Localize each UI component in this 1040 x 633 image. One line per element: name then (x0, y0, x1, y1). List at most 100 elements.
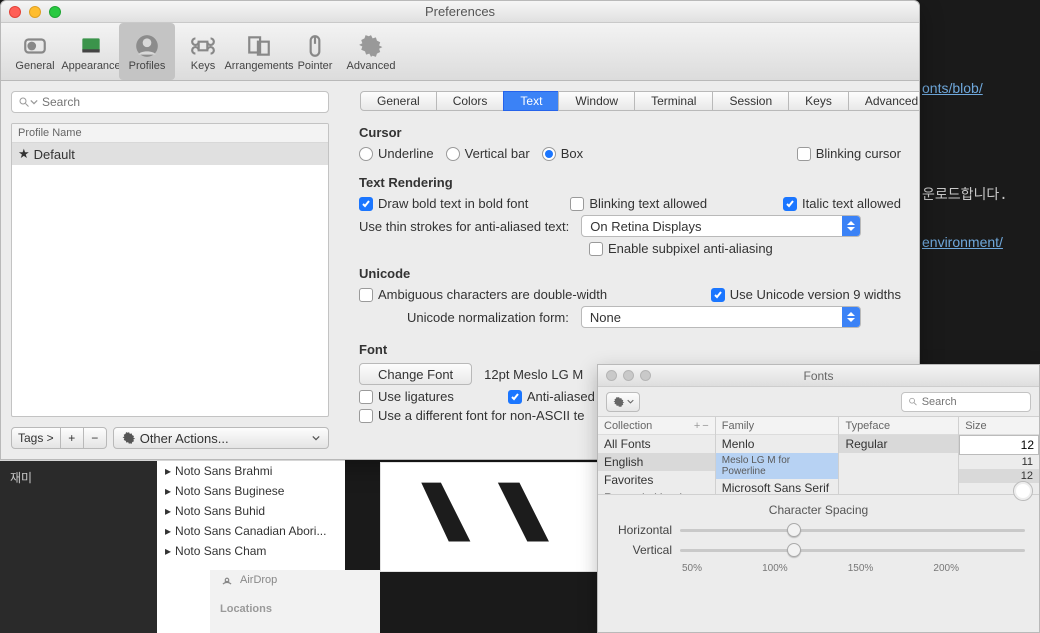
diff-font-check[interactable]: Use a different font for non-ASCII te (359, 408, 584, 423)
eye-icon (76, 32, 106, 60)
spacing-title: Character Spacing (612, 503, 1025, 517)
font-name: Noto Sans Canadian Abori... (175, 524, 326, 538)
cursor-box-radio[interactable]: Box (542, 146, 583, 161)
airdrop-icon (220, 573, 234, 587)
list-item[interactable]: ▸Noto Sans Canadian Abori... (157, 521, 345, 541)
tb-pointer[interactable]: Pointer (287, 23, 343, 80)
tab-advanced[interactable]: Advanced (848, 91, 919, 111)
other-actions-button[interactable]: Other Actions... (113, 427, 329, 449)
thin-strokes-popup[interactable]: On Retina Displays (581, 215, 861, 237)
italic-check[interactable]: Italic text allowed (783, 196, 901, 211)
blinking-text-check[interactable]: Blinking text allowed (570, 196, 707, 211)
tags-button[interactable]: Tags > (11, 427, 61, 449)
tb-label: General (15, 60, 54, 72)
horizontal-label: Horizontal (612, 523, 672, 537)
fonts-search-input[interactable] (922, 396, 1024, 408)
collection-item[interactable]: All Fonts (598, 435, 715, 453)
tb-keys[interactable]: Keys (175, 23, 231, 80)
finder-sidebar2: AirDrop Locations (210, 570, 380, 633)
fonts-title: Fonts (598, 369, 1039, 383)
fonts-search[interactable] (901, 392, 1031, 412)
collection-column: Collection +− All Fonts English Favorites… (598, 417, 716, 494)
collection-item[interactable]: Favorites (598, 471, 715, 489)
popup-value: None (590, 310, 621, 325)
check-label: Blinking cursor (816, 146, 901, 161)
remove-collection-button[interactable]: − (702, 420, 708, 432)
tb-arrangements[interactable]: Arrangements (231, 23, 287, 80)
add-profile-button[interactable]: + (60, 427, 84, 449)
search-icon (908, 396, 918, 407)
col-head: Collection (604, 420, 652, 432)
collection-item[interactable]: English (598, 453, 715, 471)
ambiguous-check[interactable]: Ambiguous characters are double-width (359, 287, 607, 302)
tb-advanced[interactable]: Advanced (343, 23, 399, 80)
tab-keys[interactable]: Keys (788, 91, 849, 111)
popup-value: On Retina Displays (590, 219, 701, 234)
size-item[interactable]: 11 (959, 455, 1039, 469)
airdrop-item[interactable]: AirDrop (210, 570, 380, 590)
remove-profile-button[interactable]: − (83, 427, 107, 449)
family-item[interactable]: Microsoft Sans Serif (716, 479, 839, 494)
vertical-slider[interactable] (680, 543, 1025, 557)
user-icon (132, 32, 162, 60)
family-item[interactable]: Menlo (716, 435, 839, 453)
blinking-cursor-check[interactable]: Blinking cursor (797, 146, 901, 161)
family-column: Family Menlo Meslo LG M for Powerline Mi… (716, 417, 840, 494)
tab-colors[interactable]: Colors (436, 91, 505, 111)
chevron-down-icon (312, 434, 320, 442)
color-swatch[interactable] (1013, 481, 1033, 501)
scale-tick: 150% (848, 563, 874, 574)
antialiased-check[interactable]: Anti-aliased (508, 389, 595, 404)
subpixel-check[interactable]: Enable subpixel anti-aliasing (589, 241, 773, 256)
character-spacing: Character Spacing Horizontal Vertical 50… (598, 495, 1039, 582)
triangle-icon: ▸ (165, 464, 171, 478)
tb-appearance[interactable]: Appearance (63, 23, 119, 80)
size-input[interactable] (959, 435, 1039, 455)
list-item[interactable]: ▸Noto Sans Cham (157, 541, 345, 561)
list-item[interactable]: ▸Noto Sans Buginese (157, 481, 345, 501)
bold-font-check[interactable]: Draw bold text in bold font (359, 196, 528, 211)
list-item[interactable]: ▸Noto Sans Buhid (157, 501, 345, 521)
cursor-vertical-radio[interactable]: Vertical bar (446, 146, 530, 161)
tb-label: Pointer (298, 60, 333, 72)
change-font-button[interactable]: Change Font (359, 363, 472, 385)
fonts-gear-button[interactable] (606, 392, 640, 412)
scale-tick: 200% (933, 563, 959, 574)
check-label: Use a different font for non-ASCII te (378, 408, 584, 423)
triangle-icon: ▸ (165, 544, 171, 558)
horizontal-slider[interactable] (680, 523, 1025, 537)
radio-label: Box (561, 146, 583, 161)
collection-item[interactable]: Recently Used (598, 489, 715, 494)
profile-row-default[interactable]: ★ Default (12, 143, 328, 165)
tab-text[interactable]: Text (503, 91, 559, 111)
family-item[interactable]: Meslo LG M for Powerline (716, 453, 839, 479)
tab-terminal[interactable]: Terminal (634, 91, 713, 111)
profile-search[interactable] (11, 91, 329, 113)
vertical-label: Vertical (612, 543, 672, 557)
tb-general[interactable]: General (7, 23, 63, 80)
list-item[interactable]: ▸Noto Sans Brahmi (157, 461, 345, 481)
cursor-underline-radio[interactable]: Underline (359, 146, 434, 161)
add-collection-button[interactable]: + (694, 420, 700, 432)
profile-search-input[interactable] (42, 95, 322, 109)
titlebar: Preferences (1, 1, 919, 23)
window-title: Preferences (1, 4, 919, 19)
profile-table[interactable]: Profile Name ★ Default (11, 123, 329, 417)
locations-header: Locations (210, 600, 380, 618)
tb-profiles[interactable]: Profiles (119, 23, 175, 80)
norm-popup[interactable]: None (581, 306, 861, 328)
tab-window[interactable]: Window (558, 91, 635, 111)
ligatures-check[interactable]: Use ligatures (359, 389, 454, 404)
chevron-down-icon (30, 98, 38, 106)
bg-link-3: environment/ (922, 234, 1003, 250)
font-heading: Font (359, 342, 901, 357)
tab-session[interactable]: Session (712, 91, 789, 111)
glyph-preview (380, 462, 600, 572)
typeface-item[interactable]: Regular (839, 435, 958, 453)
check-label: Anti-aliased (527, 389, 595, 404)
current-font-label: 12pt Meslo LG M (484, 367, 583, 382)
switch-icon (20, 32, 50, 60)
finder-left-label: 재미 (0, 461, 157, 494)
unicode9-check[interactable]: Use Unicode version 9 widths (711, 287, 901, 302)
tab-general[interactable]: General (360, 91, 437, 111)
